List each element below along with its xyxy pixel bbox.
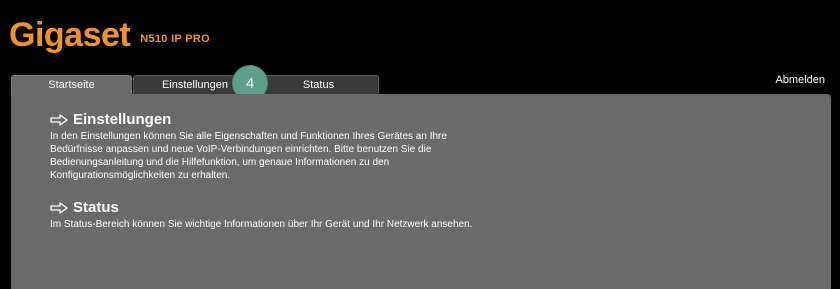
tab-status[interactable]: Status <box>258 75 379 94</box>
tab-status-label: Status <box>302 79 335 91</box>
settings-section-title: Einstellungen <box>73 110 172 128</box>
brand-header: Gigaset N510 IP PRO <box>9 12 210 52</box>
main-tabs: Startseite Einstellungen Status <box>11 75 379 94</box>
settings-section-text: In den Einstellungen können Sie alle Eig… <box>50 131 447 181</box>
device-model: N510 IP PRO <box>140 33 210 45</box>
arrow-right-icon <box>50 113 69 126</box>
tab-home-label: Startseite <box>48 79 95 91</box>
status-section: Status Im Status-Bereich können Sie wich… <box>50 198 490 231</box>
settings-section: Einstellungen In den Einstellungen könne… <box>50 110 490 182</box>
settings-section-header[interactable]: Einstellungen <box>50 110 490 128</box>
status-section-title: Status <box>73 198 119 216</box>
arrow-right-icon <box>50 201 69 214</box>
logout-link[interactable]: Abmelden <box>775 74 825 86</box>
status-section-text: Im Status-Bereich können Sie wichtige In… <box>50 219 473 230</box>
content-panel: Einstellungen In den Einstellungen könne… <box>11 94 831 289</box>
tab-home[interactable]: Startseite <box>11 75 132 94</box>
status-section-header[interactable]: Status <box>50 198 490 216</box>
page: Gigaset N510 IP PRO Abmelden Startseite … <box>0 0 840 289</box>
gigaset-logo: Gigaset <box>9 16 131 54</box>
tab-settings-label: Einstellungen <box>161 79 229 91</box>
